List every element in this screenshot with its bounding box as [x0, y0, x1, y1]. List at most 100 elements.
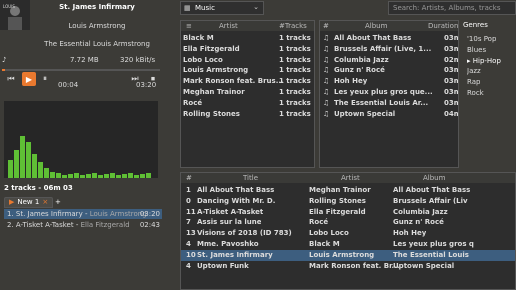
track-row[interactable]: 1 All About That Bass Meghan Trainor All Ab… — [181, 185, 515, 196]
artist-row-cell: Black M — [183, 34, 214, 42]
album-row[interactable]: ♫ Hoh Hey 03m — [320, 76, 458, 87]
genre-item[interactable]: '10s Pop — [467, 34, 496, 45]
playlist-tabs: ▶ New 1 × + — [4, 197, 162, 208]
track-row-cell: All About That Bass — [393, 186, 471, 194]
genre-item[interactable]: Rap — [467, 77, 480, 88]
album-row-cell: 02m — [444, 55, 458, 64]
track-row-cell: Assis sur la lune — [197, 218, 262, 227]
tab-playlist-new1[interactable]: ▶ New 1 × — [4, 197, 54, 208]
track-row[interactable]: 10 St. James Infirmary Louis Armstrong The … — [181, 249, 515, 261]
artist-row-cell: 1 tracks — [279, 77, 311, 86]
album-row[interactable]: ♫ Les yeux plus gros que... 03m — [320, 87, 458, 98]
track-row-cell: Louis Armstrong — [309, 250, 375, 259]
album-row-cell: ♫ — [323, 88, 330, 96]
artist-row-cell: 1 tracks — [279, 98, 311, 107]
artist-row[interactable]: Lobo Loco 1 tracks — [181, 55, 314, 66]
spectrum-bar — [20, 136, 25, 178]
genre-item[interactable]: Jazz — [467, 66, 481, 77]
artist-row[interactable]: Ella Fitzgerald 1 tracks — [181, 44, 314, 55]
genre-item[interactable]: Rock — [467, 88, 484, 99]
track-row[interactable]: 7 Assis sur la lune Rocé Gunz n' Rocé — [181, 217, 515, 228]
spectrum-bar — [80, 175, 85, 178]
search-input[interactable]: Search: Artists, Albums, tracks — [388, 1, 516, 15]
playlist-tab-label: New 1 — [17, 198, 40, 206]
album-row-cell: Gunz n' Rocé — [334, 66, 385, 75]
list-item[interactable]: 1. St. James Infirmary - Louis Armstrong… — [4, 209, 162, 219]
spectrum-bar — [74, 173, 79, 178]
album-row-cell: Columbia Jazz — [334, 55, 389, 64]
album-row-cell: ♫ — [323, 55, 330, 64]
album-row[interactable]: ♫ Uptown Special 04m — [320, 109, 458, 120]
chevron-down-icon: ⌄ — [253, 3, 259, 11]
spectrum-bar — [68, 174, 73, 178]
album-row-cell: 03m — [444, 34, 458, 42]
artist-row[interactable]: Rocé 1 tracks — [181, 98, 314, 109]
playlist-tab-icon: ▶ — [9, 198, 15, 206]
album-row[interactable]: ♫ Gunz n' Rocé 03m — [320, 65, 458, 76]
spectrum-bar — [98, 175, 103, 178]
track-row-cell: Rolling Stones — [309, 196, 366, 205]
track-row-cell: Columbia Jazz — [393, 207, 448, 216]
spectrum-bar — [14, 150, 19, 178]
spectrum-bar — [32, 154, 37, 178]
album-row[interactable]: ♫ Columbia Jazz 02m — [320, 55, 458, 66]
album-row-cell: 03m — [444, 66, 458, 75]
album-art: LOUIS — [0, 0, 30, 30]
genre-item[interactable]: Blues — [467, 45, 486, 56]
track-row-cell: Mark Ronson feat. Br... — [309, 261, 400, 270]
spectrum-bar — [122, 174, 127, 178]
artist-row-cell: Ella Fitzgerald — [183, 44, 240, 53]
track-row-cell: Black M — [309, 240, 340, 248]
album-row-cell: Uptown Special — [334, 109, 396, 118]
track-row[interactable]: 4 Mme. Pavoshko Black M Les yeux plus gros … — [181, 239, 515, 250]
artist-row-cell: 1 tracks — [279, 109, 311, 118]
player-panel: LOUIS St. James Infirmary Louis Armstron… — [0, 0, 162, 290]
artist-row-cell: Mark Ronson feat. Brus... — [183, 77, 284, 86]
playlist: 1. St. James Infirmary - Louis Armstrong… — [4, 209, 162, 231]
track-row[interactable]: 4 Uptown Funk Mark Ronson feat. Br... Uptow… — [181, 261, 515, 272]
album-row-cell: Hoh Hey — [334, 77, 368, 86]
album-row-cell: 04m — [444, 109, 458, 118]
add-playlist-button[interactable]: + — [50, 197, 66, 208]
prev-button[interactable]: ⏮ — [4, 72, 18, 86]
album-row[interactable]: ♫ All About That Bass 03m — [320, 33, 458, 44]
album-row-cell: ♫ — [323, 109, 330, 118]
library-mode-label: Music — [195, 4, 215, 12]
pause-button[interactable]: ⏸ — [38, 72, 52, 86]
artist-row[interactable]: Meghan Trainor 1 tracks — [181, 87, 314, 98]
grip-icon: ≡ — [186, 22, 192, 30]
track-row[interactable]: 11 A-Tisket A-Tasket Ella Fitzgerald Columb… — [181, 207, 515, 218]
genre-item[interactable]: ▸ Hip-Hop — [467, 56, 501, 67]
artist-row-cell: Lobo Loco — [183, 55, 223, 64]
artist-row[interactable]: Louis Armstrong 1 tracks — [181, 65, 314, 76]
track-row-cell: All About That Bass — [197, 186, 275, 194]
now-playing-artist: Louis Armstrong — [68, 22, 126, 30]
artist-row[interactable]: Mark Ronson feat. Brus... 1 tracks — [181, 76, 314, 87]
album-row-cell: Les yeux plus gros que... — [334, 88, 433, 96]
track-row[interactable]: 0 Dancing With Mr. D. Rolling Stones Brusse… — [181, 196, 515, 207]
album-row-cell: 03m — [444, 77, 458, 86]
album-row[interactable]: ♫ Brussels Affair (Live, 1... 03m — [320, 44, 458, 55]
artist-row-cell: 1 tracks — [279, 88, 311, 96]
album-row-cell: ♫ — [323, 34, 330, 42]
track-row[interactable]: 13 Visions of 2018 (ID 783) Lobo Loco Hoh H… — [181, 228, 515, 239]
album-row[interactable]: ♫ The Essential Louis Ar... 03m — [320, 98, 458, 109]
close-icon[interactable]: × — [42, 197, 48, 208]
file-meta: ♪ 7.72 MB 320 kBit/s — [0, 56, 162, 66]
artist-row[interactable]: Rolling Stones 1 tracks — [181, 109, 314, 120]
spectrum-bar — [146, 173, 151, 178]
spectrum-bar — [116, 175, 121, 178]
play-button[interactable]: ▶ — [22, 72, 36, 86]
list-item[interactable]: 2. A-Tisket A-Tasket - Ella Fitzgerald 0… — [4, 220, 162, 230]
elapsed-time: 00:04 — [58, 81, 79, 89]
spectrum-bar — [44, 168, 49, 178]
rating-icon[interactable]: ♪ — [2, 56, 6, 64]
tracks-pane: # Title Artist Album 1 All About That Bas… — [180, 172, 516, 290]
artist-row-cell: 1 tracks — [279, 44, 311, 53]
artist-row[interactable]: Black M 1 tracks — [181, 33, 314, 44]
track-row-cell: Brussels Affair (Liv — [393, 196, 468, 205]
track-row-cell: The Essential Louis — [393, 250, 469, 259]
library-mode-select[interactable]: ▦ Music ⌄ — [180, 1, 264, 15]
album-row-cell: 03m — [444, 44, 458, 53]
artist-row-cell: Rocé — [183, 98, 203, 107]
